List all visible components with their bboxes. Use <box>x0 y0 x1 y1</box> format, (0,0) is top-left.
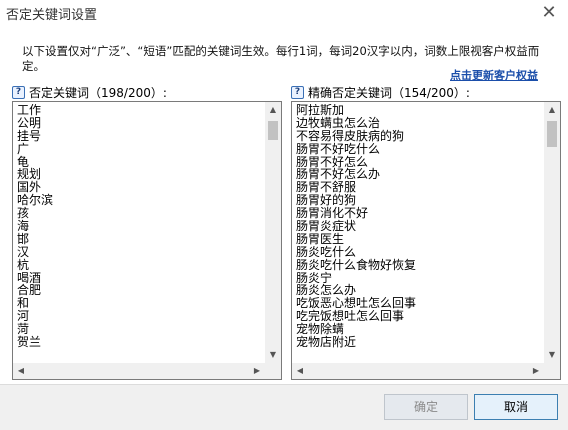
scroll-right-icon[interactable]: ▶ <box>249 363 265 379</box>
scroll-up-icon[interactable]: ▲ <box>544 102 560 118</box>
exact-negative-keywords-textarea[interactable]: 阿拉斯加 边牧螨虫怎么治 不容易得皮肤病的狗 肠胃不好吃什么 肠胃不好怎么 肠胃不好怎么办… <box>291 101 561 380</box>
help-icon[interactable]: ? <box>291 86 304 99</box>
negative-keywords-title: 否定关键词（198/200）: <box>29 86 167 100</box>
scroll-corner <box>544 363 560 379</box>
scroll-thumb[interactable] <box>268 121 278 140</box>
refresh-benefits-link[interactable]: 点击更新客户权益 <box>450 67 538 83</box>
keyword-item: 阿拉斯加 <box>296 104 345 117</box>
exact-negative-keywords-header: ? 精确否定关键词（154/200）: <box>291 84 470 101</box>
help-icon[interactable]: ? <box>12 86 25 99</box>
scroll-left-icon[interactable]: ◀ <box>13 363 29 379</box>
scroll-left-icon[interactable]: ◀ <box>292 363 308 379</box>
keyword-item: 龟 <box>17 154 30 169</box>
keyword-item: 和 <box>17 296 30 311</box>
keyword-item: 国外 <box>17 180 42 195</box>
scroll-up-icon[interactable]: ▲ <box>265 102 281 118</box>
keyword-item: 合肥 <box>17 283 42 298</box>
keyword-item: 边牧螨虫怎么治 <box>296 115 381 130</box>
keyword-item: 杭 <box>17 257 30 272</box>
keyword-item: 肠炎吃什么食物好恢复 <box>296 257 417 272</box>
title-bar: 否定关键词设置 ✕ <box>0 0 568 26</box>
keyword-item: 汉 <box>17 244 30 259</box>
keyword-item: 宠物店附近 <box>296 335 357 350</box>
keyword-item: 肠胃不好吃什么 <box>296 141 381 156</box>
vertical-scrollbar[interactable]: ▲ ▼ <box>265 102 281 363</box>
keyword-item: 肠胃医生 <box>296 231 345 246</box>
scroll-down-icon[interactable]: ▼ <box>544 347 560 363</box>
keyword-item: 工作 <box>17 104 42 117</box>
scroll-thumb[interactable] <box>547 121 557 147</box>
horizontal-scrollbar[interactable]: ◀ ▶ <box>13 363 265 379</box>
keyword-item: 海 <box>17 219 30 234</box>
negative-keywords-textarea[interactable]: 工作 公明 挂号广龟规划 国外 哈尔滨孩海邯汉杭喝酒 合肥和河菏贺兰 ▲ ▼ ◀ ▶ <box>12 101 282 380</box>
keyword-item: 菏 <box>17 322 30 337</box>
negative-keywords-header: ? 否定关键词（198/200）: <box>12 84 167 101</box>
scroll-right-icon[interactable]: ▶ <box>528 363 544 379</box>
keyword-item: 喝酒 <box>17 270 42 285</box>
horizontal-scrollbar[interactable]: ◀ ▶ <box>292 363 544 379</box>
keyword-item: 肠胃炎症状 <box>296 219 357 234</box>
scroll-down-icon[interactable]: ▼ <box>265 347 281 363</box>
negative-keywords-list[interactable]: 工作 公明 挂号广龟规划 国外 哈尔滨孩海邯汉杭喝酒 合肥和河菏贺兰 <box>17 104 263 361</box>
keyword-item: 邯 <box>17 231 30 246</box>
keyword-item: 肠炎吃什么 <box>296 244 357 259</box>
dialog-footer: 确定 取消 <box>0 384 568 430</box>
keyword-item: 不容易得皮肤病的狗 <box>296 128 405 143</box>
keyword-item: 规划 <box>17 167 42 182</box>
scroll-corner <box>265 363 281 379</box>
keyword-item: 公明 <box>17 115 42 130</box>
window-title: 否定关键词设置 <box>6 8 98 23</box>
cancel-button[interactable]: 取消 <box>474 394 558 420</box>
exact-negative-keywords-title: 精确否定关键词（154/200）: <box>308 86 470 100</box>
ok-button[interactable]: 确定 <box>384 394 468 420</box>
keyword-item: 孩 <box>17 206 30 221</box>
vertical-scrollbar[interactable]: ▲ ▼ <box>544 102 560 363</box>
keyword-item: 挂号 <box>17 128 42 143</box>
keyword-item: 哈尔滨 <box>17 193 54 208</box>
keyword-item: 广 <box>17 141 30 156</box>
close-icon[interactable]: ✕ <box>538 2 560 24</box>
keyword-item: 河 <box>17 309 30 324</box>
keyword-item: 贺兰 <box>17 335 42 350</box>
exact-negative-keywords-list[interactable]: 阿拉斯加 边牧螨虫怎么治 不容易得皮肤病的狗 肠胃不好吃什么 肠胃不好怎么 肠胃不好怎么办… <box>296 104 542 361</box>
